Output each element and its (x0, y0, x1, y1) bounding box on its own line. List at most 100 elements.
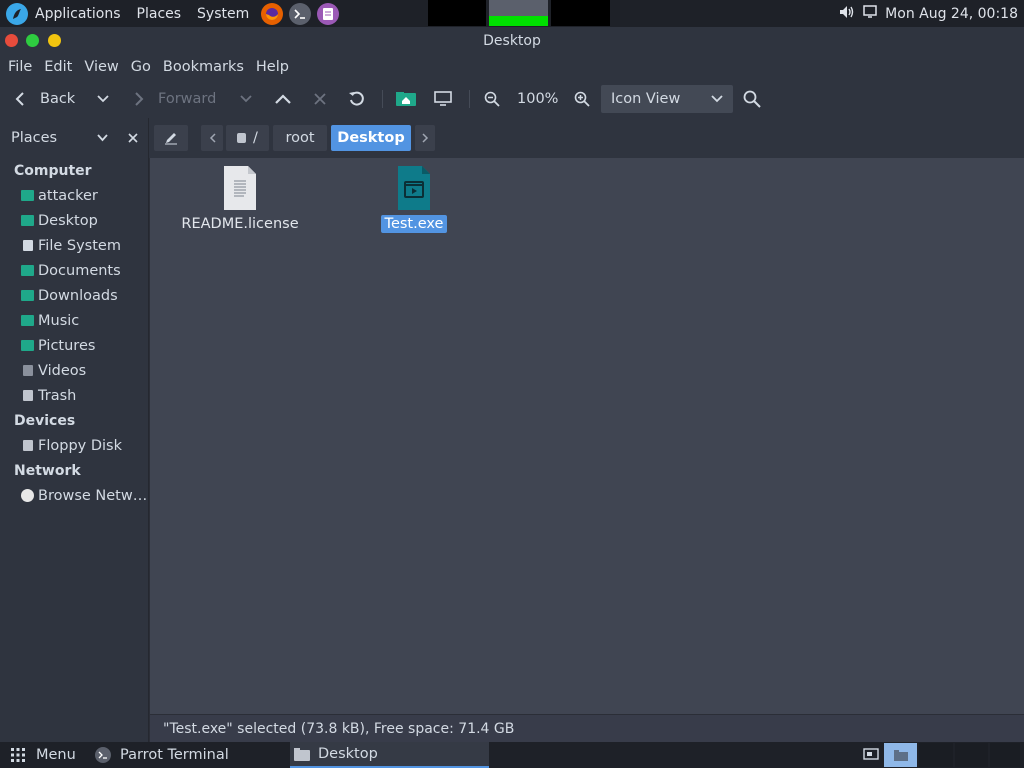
back-button[interactable]: Back (14, 84, 75, 114)
chevron-down-icon[interactable] (97, 134, 108, 142)
window-titlebar[interactable]: Desktop (0, 27, 1024, 54)
workspace-2[interactable] (919, 743, 953, 767)
menu-help[interactable]: Help (250, 59, 295, 75)
zoom-in-button[interactable] (574, 84, 590, 114)
network-icon (21, 489, 34, 502)
sidebar-item-label: Floppy Disk (38, 437, 122, 454)
minimize-button[interactable] (26, 34, 39, 47)
sidebar-item-pictures[interactable]: Pictures (0, 333, 148, 358)
search-button[interactable] (743, 84, 761, 114)
path-scroll-left-button[interactable] (201, 125, 223, 151)
stop-button[interactable] (313, 84, 327, 114)
forward-history-dropdown[interactable] (240, 84, 252, 114)
computer-button[interactable] (434, 84, 452, 114)
file-item-test-exe[interactable]: Test.exe (377, 165, 451, 233)
menu-view[interactable]: View (78, 59, 124, 75)
toggle-location-button[interactable] (154, 125, 188, 151)
back-history-dropdown[interactable] (97, 84, 109, 114)
menu-button[interactable]: Menu (10, 742, 76, 768)
executable-file-icon (398, 166, 430, 210)
volume-icon[interactable] (839, 5, 855, 23)
home-folder-icon (396, 92, 416, 106)
sidebar-section-computer: Computer (14, 163, 92, 179)
taskbar-item-desktop[interactable]: Desktop (290, 742, 489, 768)
menu-label: Menu (36, 747, 76, 763)
sidebar-item-label: File System (38, 237, 121, 254)
reload-button[interactable] (348, 84, 366, 114)
system-label: System (197, 5, 250, 22)
up-button[interactable] (274, 84, 292, 114)
search-icon (743, 90, 761, 108)
sidebar-item-label: Downloads (38, 287, 118, 304)
sidebar-item-floppy-disk[interactable]: Floppy Disk (0, 433, 148, 458)
crumb-root[interactable]: root (273, 125, 327, 151)
sidebar-item-documents[interactable]: Documents (0, 258, 148, 283)
floppy-disk-icon (23, 440, 33, 451)
zoom-out-button[interactable] (484, 84, 500, 114)
file-item-readme[interactable]: README.license (181, 165, 299, 233)
forward-label: Forward (158, 91, 217, 107)
menu-edit[interactable]: Edit (38, 59, 78, 75)
show-desktop-icon[interactable] (860, 745, 882, 765)
sidebar-item-label: Documents (38, 262, 121, 279)
sidebar-item-browse-network[interactable]: Browse Netw… (0, 483, 148, 508)
display-icon[interactable] (863, 5, 877, 22)
chevron-down-icon (97, 95, 109, 103)
sidebar-header-label[interactable]: Places (11, 130, 57, 146)
drive-icon (237, 133, 247, 143)
sidebar-item-trash[interactable]: Trash (0, 383, 148, 408)
sidebar-item-videos[interactable]: Videos (0, 358, 148, 383)
menu-go[interactable]: Go (125, 59, 157, 75)
system-menu[interactable]: System (189, 0, 257, 27)
path-scroll-right-button[interactable] (415, 125, 435, 151)
view-mode-label: Icon View (611, 91, 681, 107)
sidebar-item-music[interactable]: Music (0, 308, 148, 333)
text-editor-icon[interactable] (317, 2, 340, 25)
film-icon (23, 365, 33, 376)
home-button[interactable] (395, 84, 417, 114)
clock[interactable]: Mon Aug 24, 00:18 (885, 6, 1018, 22)
sidebar: Places Computer attacker Desktop File Sy… (0, 118, 149, 742)
status-bar: "Test.exe" selected (73.8 kB), Free spac… (150, 714, 1024, 742)
text-file-icon (224, 166, 256, 210)
status-text: "Test.exe" selected (73.8 kB), Free spac… (163, 720, 515, 737)
toolbar-separator (382, 90, 383, 108)
places-menu[interactable]: Places (129, 0, 190, 27)
file-name: README.license (181, 216, 299, 232)
menu-bookmarks[interactable]: Bookmarks (157, 59, 250, 75)
chevron-down-icon (711, 95, 723, 103)
places-label: Places (136, 5, 182, 22)
close-button[interactable] (5, 34, 18, 47)
file-view[interactable]: README.license Test.exe (150, 158, 1024, 714)
workspace-switcher[interactable] (860, 742, 1021, 768)
sidebar-item-attacker[interactable]: attacker (0, 183, 148, 208)
terminal-icon[interactable] (289, 2, 312, 25)
grid-menu-icon (11, 748, 25, 762)
menu-file[interactable]: File (2, 59, 38, 75)
workspace-4[interactable] (990, 743, 1021, 767)
sidebar-item-desktop[interactable]: Desktop (0, 208, 148, 233)
sidebar-item-file-system[interactable]: File System (0, 233, 148, 258)
crumb-label: / (253, 130, 258, 146)
zoom-level[interactable]: 100% (517, 84, 558, 114)
taskbar-item-label: Parrot Terminal (120, 747, 229, 763)
taskbar-item-terminal[interactable]: Parrot Terminal (95, 742, 229, 768)
crumb-root-filesystem[interactable]: / (226, 125, 269, 151)
sidebar-item-label: Pictures (38, 337, 96, 354)
applications-menu[interactable]: Applications (0, 0, 129, 27)
memory-monitor (489, 0, 548, 26)
sidebar-item-label: Trash (38, 387, 77, 404)
firefox-icon[interactable] (261, 2, 284, 25)
sidebar-item-downloads[interactable]: Downloads (0, 283, 148, 308)
close-sidebar-icon[interactable] (128, 133, 138, 143)
workspace-1[interactable] (883, 743, 918, 767)
crumb-desktop[interactable]: Desktop (331, 125, 411, 151)
music-folder-icon (21, 315, 34, 326)
applications-label: Applications (35, 5, 121, 22)
pictures-folder-icon (21, 340, 34, 351)
workspace-3[interactable] (954, 743, 989, 767)
path-bar: / root Desktop (149, 118, 1024, 158)
forward-button[interactable]: Forward (133, 84, 216, 114)
view-mode-select[interactable]: Icon View (601, 85, 733, 113)
maximize-button[interactable] (48, 34, 61, 47)
